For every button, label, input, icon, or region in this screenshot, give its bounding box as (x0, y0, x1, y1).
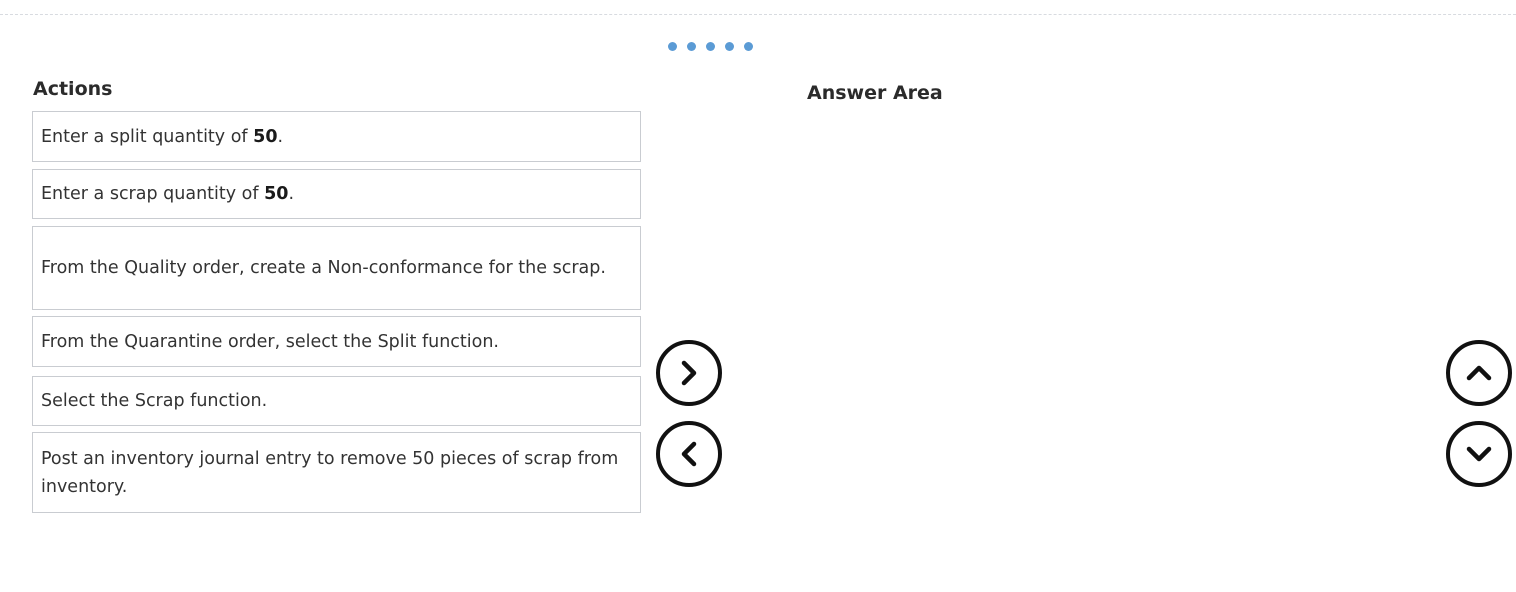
carousel-dots (668, 42, 753, 51)
chevron-up-icon (1466, 365, 1492, 381)
action-item-text-bold: 50 (253, 126, 278, 147)
carousel-dot (744, 42, 753, 51)
action-item-text-main: Enter a scrap quantity of (41, 184, 265, 204)
action-item-text-tail: . (277, 126, 284, 147)
action-item-text: From the Quarantine order, select the Sp… (41, 331, 499, 352)
top-divider (0, 14, 1516, 15)
action-item[interactable]: Enter a scrap quantity of 50. (32, 169, 641, 219)
carousel-dot (725, 42, 734, 51)
drag-drop-question: Actions Answer Area Enter a split quanti… (0, 0, 1516, 592)
action-item[interactable]: From the Quarantine order, select the Sp… (32, 316, 641, 367)
action-item-text-tail: . (288, 184, 295, 204)
action-item-text: From the Quality order, create a Non-con… (41, 258, 606, 278)
action-item[interactable]: From the Quality order, create a Non-con… (32, 226, 641, 310)
action-item-text-bold: 50 (264, 184, 289, 204)
carousel-dot (668, 42, 677, 51)
move-to-actions-button[interactable] (656, 421, 722, 487)
chevron-left-icon (681, 441, 697, 467)
action-item[interactable]: Select the Scrap function. (32, 376, 641, 426)
move-down-button[interactable] (1446, 421, 1512, 487)
action-item[interactable]: Enter a split quantity of 50. (32, 111, 641, 162)
carousel-dot (687, 42, 696, 51)
action-item-text: Enter a split quantity of 50. (41, 123, 283, 151)
action-item-text: Enter a scrap quantity of 50. (41, 180, 294, 208)
move-to-answer-button[interactable] (656, 340, 722, 406)
chevron-down-icon (1466, 446, 1492, 462)
actions-heading: Actions (33, 78, 113, 100)
answer-area-heading: Answer Area (807, 82, 943, 104)
action-item-text-main: Enter a split quantity of (41, 126, 254, 147)
carousel-dot (706, 42, 715, 51)
action-item[interactable]: Post an inventory journal entry to remov… (32, 432, 641, 513)
chevron-right-icon (681, 360, 697, 386)
action-item-text: Post an inventory journal entry to remov… (41, 448, 619, 497)
move-up-button[interactable] (1446, 340, 1512, 406)
action-item-text: Select the Scrap function. (41, 391, 268, 411)
